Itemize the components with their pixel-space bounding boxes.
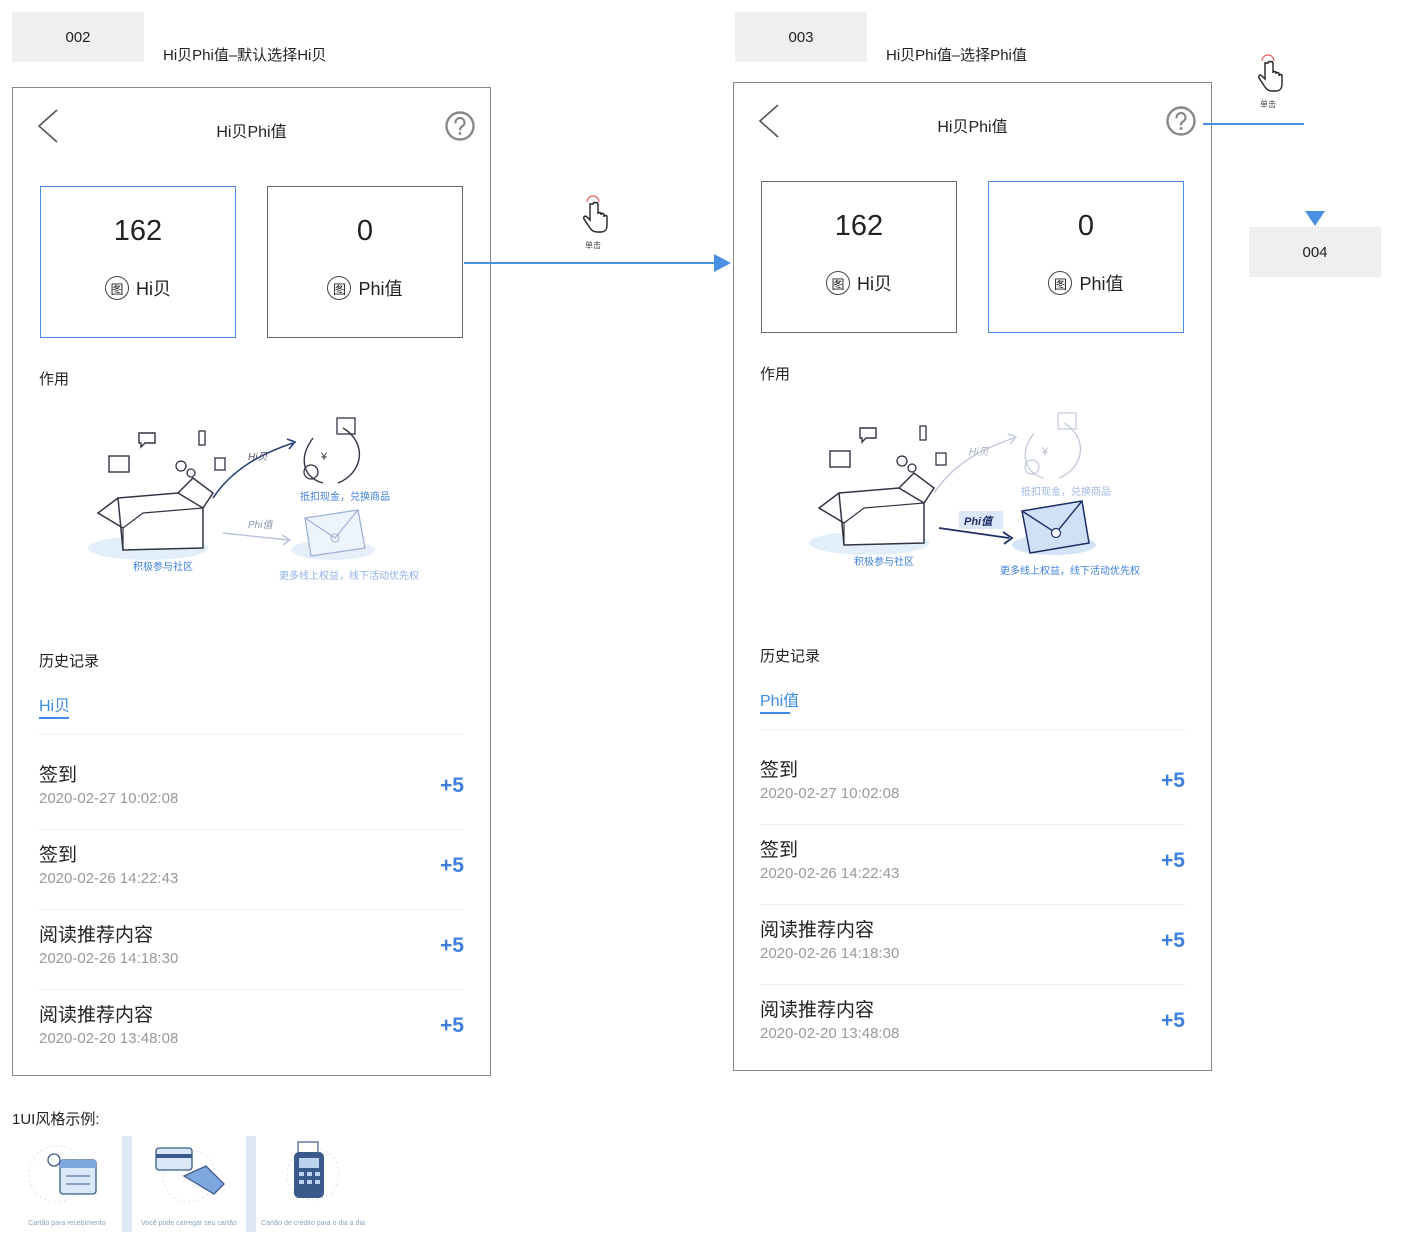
flow-arrows	[464, 123, 1325, 272]
tap-gesture: 单击	[575, 194, 611, 254]
hand-tap-icon	[583, 195, 608, 233]
tap-label: 单击	[1260, 100, 1276, 109]
pos-terminal-illustration-icon	[286, 1141, 340, 1201]
style-thumb: Cartão de crédito para o dia a dia	[258, 1136, 368, 1232]
hand-tap-icon	[1258, 54, 1283, 92]
calendar-illustration-icon	[28, 1145, 97, 1203]
thumb-caption: Cartão de crédito para o dia a dia	[261, 1220, 365, 1227]
tap-gesture: 单击	[1250, 53, 1286, 113]
target-screen-tag[interactable]: 004	[1249, 227, 1381, 277]
thumb-divider	[122, 1136, 132, 1232]
thumb-caption: Você pode carregar seu cartão	[141, 1220, 237, 1227]
style-thumb: Você pode carregar seu cartão	[134, 1136, 244, 1232]
tap-label: 单击	[585, 241, 601, 250]
thumb-divider	[246, 1136, 256, 1232]
style-thumb: Cartão para recebimento	[12, 1136, 122, 1232]
thumb-caption: Cartão para recebimento	[28, 1220, 106, 1227]
card-hand-illustration-icon	[155, 1147, 225, 1203]
style-example-title: 1UI风格示例:	[12, 1111, 100, 1128]
target-screen-text: 004	[1302, 243, 1328, 261]
